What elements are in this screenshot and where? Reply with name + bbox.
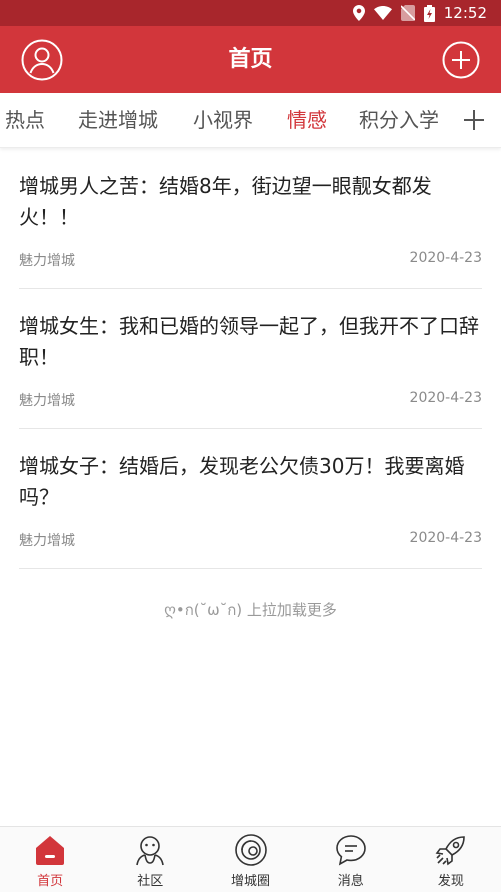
article-title: 增城女生：我和已婚的领导一起了，但我开不了口辞职！ [19,314,479,369]
nav-label: 社区 [137,874,164,889]
bottom-nav: 首页 社区 增城圈 消息 发现 [0,826,501,892]
wifi-icon [373,6,392,20]
nav-messages[interactable]: 消息 [301,827,401,892]
tab-hot[interactable]: 热点 [5,93,45,147]
no-sim-icon [400,5,415,21]
article-title: 增城女子：结婚后，发现老公欠债30万！我要离婚吗？ [19,454,465,509]
status-bar: 12:52 [0,0,501,26]
article-source: 魅力增城 [19,253,75,269]
page-title: 首页 [228,47,273,72]
nav-label: 发现 [437,874,464,889]
nav-circle[interactable]: 增城圈 [200,827,300,892]
home-icon [36,836,65,865]
nav-label: 消息 [337,874,364,889]
app-header: 首页 [0,26,501,93]
add-tab-button[interactable] [449,93,501,147]
status-time: 12:52 [443,4,487,22]
tab-points-admission[interactable]: 积分入学 [359,93,439,147]
status-icons: 12:52 [352,3,487,23]
rocket-icon [435,836,465,866]
article-date: 2020-4-23 [409,390,482,406]
load-more-hint: ღ•ก(˘ω˘ก) 上拉加载更多 [164,601,337,619]
nav-label: 增城圈 [231,874,271,889]
tab-small-vision[interactable]: 小视界 [193,93,253,147]
article-list: 增城男人之苦：结婚8年，街边望一眼靓女都发火！！ 魅力增城 2020-4-23 … [19,149,482,569]
article-item[interactable]: 增城女生：我和已婚的领导一起了，但我开不了口辞职！ 魅力增城 2020-4-23 [19,289,482,429]
nav-label: 首页 [37,874,64,889]
location-icon [352,5,365,21]
nav-home[interactable]: 首页 [0,827,100,892]
plus-icon [464,110,484,130]
circle-icon [234,834,267,866]
article-item[interactable]: 增城女子：结婚后，发现老公欠债30万！我要离婚吗？ 魅力增城 2020-4-23 [19,429,482,569]
nav-discover[interactable]: 发现 [401,827,501,892]
tab-emotion[interactable]: 情感 [287,93,327,147]
tab-zengcheng[interactable]: 走进增城 [78,93,158,147]
community-icon [136,836,165,866]
article-item[interactable]: 增城男人之苦：结婚8年，街边望一眼靓女都发火！！ 魅力增城 2020-4-23 [19,149,482,289]
battery-icon [423,4,435,22]
article-source: 魅力增城 [19,393,75,409]
add-icon[interactable] [442,41,480,79]
article-date: 2020-4-23 [409,250,482,266]
category-tabs: 热点 走进增城 小视界 情感 积分入学 [0,93,501,148]
article-date: 2020-4-23 [409,530,482,546]
message-icon [335,835,366,866]
nav-community[interactable]: 社区 [100,827,200,892]
article-title: 增城男人之苦：结婚8年，街边望一眼靓女都发火！！ [19,174,432,229]
article-source: 魅力增城 [19,533,75,549]
